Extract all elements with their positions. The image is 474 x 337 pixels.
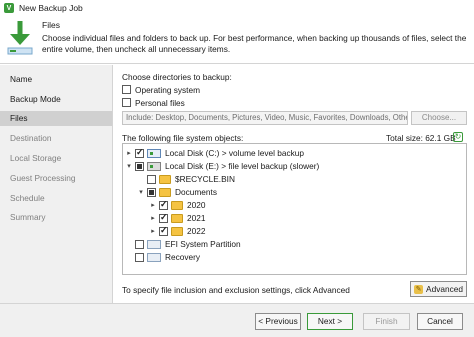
refresh-icon[interactable]: ↻: [453, 132, 463, 142]
operating-system-checkbox[interactable]: [122, 85, 131, 94]
sidebar-item-files[interactable]: Files: [0, 111, 112, 126]
collapse-arrow-icon[interactable]: ▾: [137, 188, 145, 196]
tree-checkbox[interactable]: [135, 239, 144, 249]
tree-item-label: EFI System Partition: [165, 239, 241, 249]
advanced-hint-text: To specify file inclusion and exclusion …: [122, 285, 350, 295]
folder-icon: [171, 200, 183, 210]
previous-button[interactable]: < Previous: [255, 313, 301, 330]
tree-item-label: 2022: [187, 226, 206, 236]
choose-personal-files-button: Choose...: [411, 111, 467, 125]
disk-icon: [147, 161, 161, 171]
tree-item-label: $RECYCLE.BIN: [175, 174, 235, 184]
partition-icon: [147, 252, 161, 262]
step-description: Choose individual files and folders to b…: [42, 33, 467, 54]
step-title: Files: [42, 20, 60, 30]
personal-files-checkbox[interactable]: [122, 98, 131, 107]
veeam-app-icon: V: [4, 3, 14, 13]
folder-icon: [171, 226, 183, 236]
tree-item-label: 2020: [187, 200, 206, 210]
title-bar: V New Backup Job: [0, 0, 474, 16]
tree-item-efi-partition[interactable]: EFI System Partition: [125, 238, 241, 250]
operating-system-label: Operating system: [135, 85, 201, 95]
tree-item-documents[interactable]: ▾ Documents: [137, 186, 217, 198]
tree-checkbox[interactable]: [147, 174, 156, 184]
personal-files-label: Personal files: [135, 98, 185, 108]
sidebar-item-name[interactable]: Name: [0, 72, 112, 87]
wizard-footer: < Previous Next > Finish Cancel: [0, 303, 474, 337]
window-title: New Backup Job: [19, 3, 83, 13]
tree-item-local-disk-e[interactable]: ▾ Local Disk (E:) > file level backup (s…: [125, 160, 319, 172]
tree-item-2020[interactable]: ▸ 2020: [149, 199, 205, 211]
next-button[interactable]: Next >: [307, 313, 353, 330]
tree-item-local-disk-c[interactable]: ▸ Local Disk (C:) > volume level backup: [125, 147, 304, 159]
tree-checkbox[interactable]: [147, 187, 156, 197]
settings-icon: ✎: [414, 284, 424, 294]
tree-checkbox[interactable]: [135, 147, 144, 158]
tree-item-label: Local Disk (C:) > volume level backup: [165, 148, 305, 158]
expand-arrow-icon[interactable]: ▸: [125, 149, 133, 157]
expand-arrow-icon[interactable]: ▸: [149, 201, 157, 209]
expand-arrow-icon[interactable]: ▸: [149, 227, 157, 235]
tree-checkbox[interactable]: [135, 252, 144, 262]
tree-item-label: Recovery: [165, 252, 201, 262]
tree-item-label: Local Disk (E:) > file level backup (slo…: [165, 161, 320, 171]
wizard-header: Files Choose individual files and folder…: [0, 16, 474, 64]
files-step-panel: Choose directories to backup: Operating …: [114, 65, 474, 303]
tree-checkbox[interactable]: [159, 225, 168, 236]
total-size-readout: Total size: 62.1 GB: [386, 133, 456, 143]
tree-item-2022[interactable]: ▸ 2022: [149, 225, 205, 237]
advanced-button[interactable]: ✎ Advanced: [410, 281, 467, 297]
sidebar-item-destination: Destination: [10, 133, 52, 143]
tree-checkbox[interactable]: [135, 161, 144, 171]
expand-arrow-icon[interactable]: ▸: [149, 214, 157, 222]
objects-label: The following file system objects:: [122, 133, 244, 143]
tree-checkbox[interactable]: [159, 199, 168, 210]
personal-files-include-field: Include: Desktop, Documents, Pictures, V…: [122, 111, 408, 125]
tree-checkbox[interactable]: [159, 212, 168, 223]
file-system-tree[interactable]: ▸ Local Disk (C:) > volume level backup …: [122, 143, 467, 275]
sidebar-item-guest-processing: Guest Processing: [10, 173, 76, 183]
finish-button: Finish: [363, 313, 410, 330]
sidebar-item-local-storage: Local Storage: [10, 153, 62, 163]
tree-item-label: 2021: [187, 213, 206, 223]
folder-icon: [159, 187, 171, 197]
sidebar-item-summary: Summary: [10, 212, 46, 222]
cancel-button[interactable]: Cancel: [417, 313, 463, 330]
tree-item-2021[interactable]: ▸ 2021: [149, 212, 205, 224]
tree-item-recovery[interactable]: Recovery: [125, 251, 200, 263]
tree-item-label: Documents: [175, 187, 217, 197]
collapse-arrow-icon[interactable]: ▾: [125, 162, 133, 170]
sidebar-item-schedule: Schedule: [10, 193, 45, 203]
advanced-button-label: Advanced: [426, 284, 463, 294]
wizard-steps-sidebar: Name Backup Mode Files Destination Local…: [0, 65, 113, 303]
tree-item-recycle-bin[interactable]: $RECYCLE.BIN: [137, 173, 235, 185]
backup-download-icon: [7, 21, 33, 55]
choose-directories-label: Choose directories to backup:: [122, 72, 232, 82]
partition-icon: [147, 239, 161, 249]
sidebar-item-backup-mode[interactable]: Backup Mode: [0, 92, 112, 107]
folder-icon: [171, 213, 183, 223]
folder-icon: [159, 174, 171, 184]
disk-icon: [147, 148, 161, 158]
